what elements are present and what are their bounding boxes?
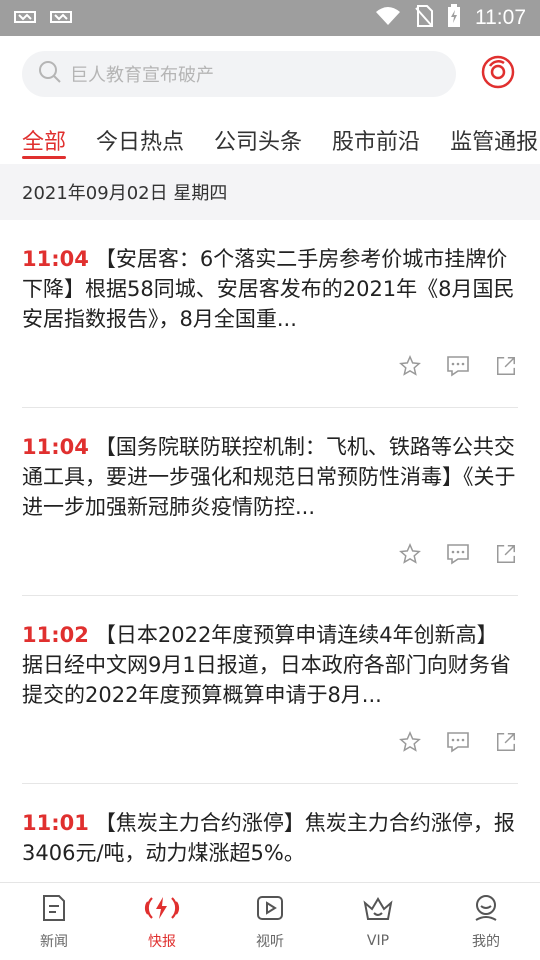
voice-record-button[interactable] — [478, 54, 518, 94]
date-header: 2021年09月02日 星期四 — [0, 164, 540, 220]
news-time: 11:02 — [22, 623, 89, 647]
notification-icon — [14, 9, 36, 28]
news-actions — [398, 730, 518, 754]
nav-video[interactable]: 视听 — [230, 893, 310, 951]
vip-crown-icon — [362, 895, 394, 929]
tab-regulatory-notice[interactable]: 监管通报 — [450, 112, 538, 156]
tab-hot-today[interactable]: 今日热点 — [96, 112, 184, 156]
nav-label: 视听 — [256, 933, 284, 950]
favorite-star-icon[interactable] — [398, 542, 422, 566]
voice-record-icon — [480, 54, 516, 94]
search-icon — [38, 60, 62, 88]
nav-news[interactable]: 新闻 — [14, 893, 94, 951]
nav-label: 新闻 — [40, 933, 68, 950]
news-item[interactable]: 11:04 【国务院联防联控机制：飞机、铁路等公共交通工具，要进一步强化和规范日常… — [22, 408, 518, 596]
status-bar: 11:07 — [0, 0, 540, 36]
news-time: 11:04 — [22, 247, 89, 271]
wifi-icon — [375, 6, 401, 30]
flash-news-icon — [144, 893, 180, 927]
news-feed: 11:04 【安居客：6个落实二手房参考价城市挂牌价下降】根据58同城、安居客发布… — [0, 220, 540, 882]
search-placeholder: 巨人教育宣布破产 — [70, 65, 214, 86]
share-icon[interactable] — [494, 730, 518, 754]
news-icon — [39, 893, 69, 927]
battery-charging-icon — [447, 4, 461, 32]
news-item[interactable]: 11:02 【日本2022年度预算申请连续4年创新高】据日经中文网9月1日报道，日… — [22, 596, 518, 784]
video-play-icon — [255, 893, 285, 927]
favorite-star-icon[interactable] — [398, 354, 422, 378]
profile-icon — [471, 893, 501, 927]
tab-all[interactable]: 全部 — [22, 112, 67, 159]
notification-icon — [50, 9, 72, 28]
category-tabs: 全部 今日热点 公司头条 股市前沿 监管通报 — [0, 112, 540, 164]
favorite-star-icon[interactable] — [398, 730, 422, 754]
news-time: 11:01 — [22, 811, 89, 835]
nav-label: VIP — [366, 932, 390, 949]
comment-icon[interactable] — [446, 542, 470, 566]
tab-stock-frontier[interactable]: 股市前沿 — [332, 112, 420, 156]
news-time: 11:04 — [22, 435, 89, 459]
nav-vip[interactable]: VIP — [338, 895, 418, 949]
news-text: 【国务院联防联控机制：飞机、铁路等公共交通工具，要进一步强化和规范日常预防性消毒… — [22, 435, 516, 519]
nav-label: 我的 — [472, 933, 500, 950]
search-bar: 巨人教育宣布破产 — [0, 36, 540, 112]
comment-icon[interactable] — [446, 354, 470, 378]
search-input[interactable]: 巨人教育宣布破产 — [22, 51, 457, 97]
bottom-navigation: 新闻 快报 视听 VIP 我的 — [0, 882, 540, 960]
share-icon[interactable] — [494, 354, 518, 378]
news-actions — [398, 354, 518, 378]
news-text: 【日本2022年度预算申请连续4年创新高】据日经中文网9月1日报道，日本政府各部… — [22, 623, 511, 707]
news-text: 【安居客：6个落实二手房参考价城市挂牌价下降】根据58同城、安居客发布的2021… — [22, 247, 515, 331]
news-item[interactable]: 11:01 【焦炭主力合约涨停】焦炭主力合约涨停，报3406元/吨，动力煤涨超5%… — [22, 784, 518, 882]
comment-icon[interactable] — [446, 730, 470, 754]
nav-label: 快报 — [148, 933, 176, 950]
tab-company-headlines[interactable]: 公司头条 — [214, 112, 302, 156]
nav-profile[interactable]: 我的 — [446, 893, 526, 951]
news-item[interactable]: 11:04 【安居客：6个落实二手房参考价城市挂牌价下降】根据58同城、安居客发布… — [22, 220, 518, 408]
nav-flash-news[interactable]: 快报 — [122, 893, 202, 951]
no-sim-icon — [415, 5, 433, 31]
news-text: 【焦炭主力合约涨停】焦炭主力合约涨停，报3406元/吨，动力煤涨超5%。 — [22, 811, 515, 865]
share-icon[interactable] — [494, 542, 518, 566]
status-time: 11:07 — [475, 6, 526, 29]
news-actions — [398, 542, 518, 566]
